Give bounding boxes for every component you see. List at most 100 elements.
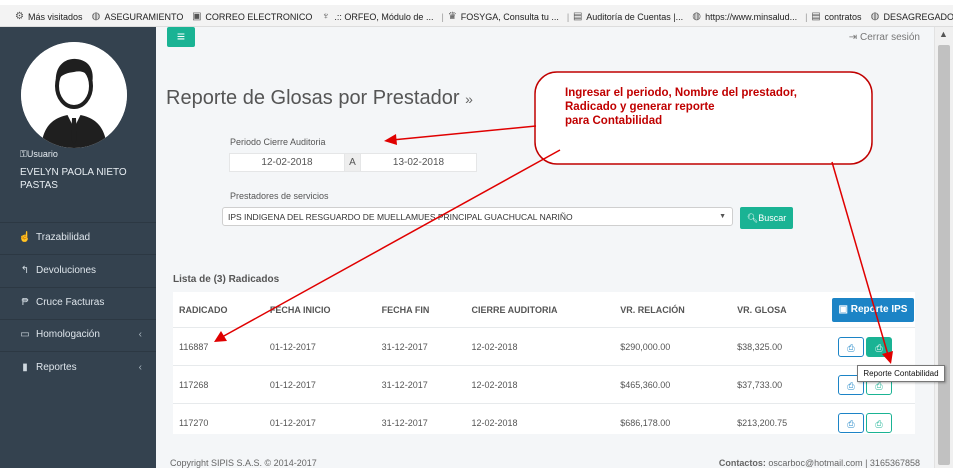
print-button[interactable]: ⎙ — [838, 412, 864, 433]
bookmark-label: Auditoría de Cuentas |... — [586, 11, 684, 22]
bookmark-label: Más visitados — [28, 11, 83, 22]
bookmark-desagregador[interactable]: ◍ DESAGREGADOR — [866, 11, 953, 22]
print-contabilidad-button[interactable]: ⎙ — [866, 336, 892, 357]
menu-toggle-button[interactable]: ≡ — [167, 27, 195, 47]
cell-fecha-inicio: 01-12-2017 — [263, 327, 376, 366]
bookmark-minsalud[interactable]: ◍ https://www.minsalud... — [687, 11, 801, 22]
bookmark-fosyga[interactable]: | ♛ FOSYGA, Consulta tu ... — [437, 11, 562, 22]
table-row: 117268 01-12-2017 31-12-2017 12-02-2018 … — [173, 365, 915, 404]
sidebar-item-homologacion[interactable]: ▭ Homologación ‹ — [0, 320, 156, 348]
bookmark-label: contratos — [824, 11, 862, 22]
sign-out-icon: ⇥ — [848, 32, 860, 43]
sidebar-item-devoluciones[interactable]: ↰ Devoluciones — [0, 256, 156, 284]
logout-link[interactable]: ⇥ Cerrar sesión — [849, 32, 920, 43]
cell-vr-glosa: $213,200.75 — [731, 403, 826, 441]
annotation-text: Ingresar el periodo, Nombre del prestado… — [565, 86, 797, 128]
print-icon: ⎙ — [847, 342, 855, 353]
cell-actions: ⎙ ⎙ — [826, 403, 915, 441]
annotation-line-2: Radicado y generar reporte — [565, 101, 715, 113]
footer-copyright: Copyright SIPIS S.A.S. © 2014-2017 — [170, 458, 317, 468]
chevron-left-icon: ‹ — [138, 361, 142, 373]
print-icon: ⎙ — [875, 342, 883, 353]
bookmark-label: DESAGREGADOR — [883, 11, 953, 22]
contact-label: Contactos: — [718, 458, 766, 468]
footer-contact: Contactos: oscarboc@hotmail.com | 316536… — [719, 458, 920, 468]
globe-icon: ◍ — [91, 11, 101, 22]
book-icon: ▮ — [22, 361, 28, 373]
cell-fecha-inicio: 01-12-2017 — [263, 365, 376, 404]
vertical-scrollbar[interactable]: ▲ — [934, 27, 953, 468]
report-ips-label: Reporte IPS — [850, 304, 908, 315]
table-header-row: RADICADO FECHA INICIO FECHA FIN CIERRE A… — [173, 292, 915, 328]
providers-label: Prestadores de servicios — [230, 191, 329, 201]
col-actions: ▣ Reporte IPS — [826, 292, 915, 328]
paragraph-icon: ₱ — [21, 296, 29, 308]
address-bar-edge — [0, 0, 953, 5]
table-row: 117270 01-12-2017 31-12-2017 12-02-2018 … — [173, 403, 915, 441]
bookmark-label: ASEGURAMIENTO — [104, 11, 184, 22]
sidebar-item-label: Reportes — [36, 361, 77, 373]
separator: | — [566, 11, 570, 22]
table-row: 116887 01-12-2017 31-12-2017 12-02-2018 … — [173, 327, 915, 366]
bookmark-mas-visitados[interactable]: ⚙ Más visitados — [10, 11, 87, 22]
cell-vr-relacion: $465,360.00 — [614, 365, 732, 404]
col-fecha-inicio: FECHA INICIO — [263, 292, 376, 328]
cell-radicado: 117270 — [173, 403, 264, 441]
provider-select[interactable]: IPS INDIGENA DEL RESGUARDO DE MUELLAMUES… — [222, 207, 733, 226]
cell-actions: ⎙ ⎙ — [826, 327, 915, 366]
report-ips-button[interactable]: ▣ Reporte IPS — [832, 297, 914, 322]
print-button[interactable]: ⎙ — [838, 336, 864, 357]
sidebar-item-trazabilidad[interactable]: ☝ Trazabilidad — [0, 223, 156, 251]
scroll-up-icon[interactable]: ▲ — [939, 29, 948, 39]
globe-icon: ◍ — [692, 11, 701, 22]
key-icon: ⚿ — [20, 149, 27, 159]
sidebar-item-reportes[interactable]: ▮ Reportes ‹ — [0, 353, 156, 381]
contact-value: oscarboc@hotmail.com | 3165367858 — [768, 458, 920, 468]
logout-label: Cerrar sesión — [859, 32, 920, 43]
date-to-input[interactable]: 13-02-2018 — [360, 153, 477, 172]
scrollbar-thumb[interactable] — [938, 45, 950, 465]
cell-fecha-fin: 31-12-2017 — [375, 365, 466, 404]
main-content: ≡ ⇥ Cerrar sesión Reporte de Glosas por … — [156, 27, 934, 468]
cell-fecha-inicio: 01-12-2017 — [263, 403, 376, 441]
cell-radicado: 116887 — [173, 327, 264, 366]
search-button-label: Buscar — [758, 213, 787, 223]
separator: | — [805, 11, 808, 22]
caret-down-icon: ▼ — [719, 213, 726, 220]
bookmark-correo[interactable]: ▣ CORREO ELECTRONICO — [187, 11, 316, 22]
search-button[interactable]: 🔍︎ Buscar — [740, 207, 793, 229]
bookmark-orfeo[interactable]: ♆ .:: ORFEO, Módulo de ... — [316, 11, 437, 22]
cell-cierre-auditoria: 12-02-2018 — [465, 365, 615, 404]
annotation-line-3: para Contabilidad — [565, 115, 663, 127]
print-icon: ⎙ — [875, 380, 883, 391]
col-radicado: RADICADO — [173, 292, 264, 328]
report-contabilidad-tooltip: Reporte Contabilidad — [857, 365, 945, 382]
page-title-text: Reporte de Glosas por Prestador — [166, 87, 460, 109]
cell-vr-relacion: $686,178.00 — [614, 403, 732, 441]
reply-icon: ↰ — [20, 264, 30, 276]
cell-radicado: 117268 — [173, 365, 264, 404]
cell-cierre-auditoria: 12-02-2018 — [465, 327, 615, 366]
bookmarks-toolbar: ⚙ Más visitados ◍ ASEGURAMIENTO ▣ CORREO EL… — [0, 0, 953, 27]
print-icon: ⎙ — [875, 418, 883, 429]
date-from-input[interactable]: 12-02-2018 — [229, 153, 345, 172]
cell-fecha-fin: 31-12-2017 — [375, 403, 466, 441]
sidebar-item-cruce-facturas[interactable]: ₱ Cruce Facturas — [0, 288, 156, 316]
separator: | — [441, 11, 444, 22]
cell-vr-glosa: $38,325.00 — [731, 327, 826, 366]
col-fecha-fin: FECHA FIN — [375, 292, 466, 328]
bookmark-aseguramiento[interactable]: ◍ ASEGURAMIENTO — [87, 11, 188, 22]
col-vr-glosa: VR. GLOSA — [731, 292, 826, 328]
divider — [0, 351, 156, 352]
print-contabilidad-button[interactable]: ⎙ — [866, 412, 892, 433]
bookmark-contratos[interactable]: | ▤ contratos — [801, 11, 865, 22]
radicados-table-panel: RADICADO FECHA INICIO FECHA FIN CIERRE A… — [173, 292, 915, 441]
user-label: ⚿Usuario — [20, 149, 58, 160]
radicados-table: RADICADO FECHA INICIO FECHA FIN CIERRE A… — [173, 292, 915, 441]
globe-icon: ◍ — [870, 11, 880, 22]
bookmark-auditoria[interactable]: | ▤ Auditoría de Cuentas |... — [563, 11, 687, 22]
mail-icon: ▣ — [192, 11, 202, 22]
gear-icon: ⚙ — [15, 11, 24, 22]
list-title: Lista de (3) Radicados — [173, 274, 280, 285]
date-separator: A — [344, 153, 361, 172]
